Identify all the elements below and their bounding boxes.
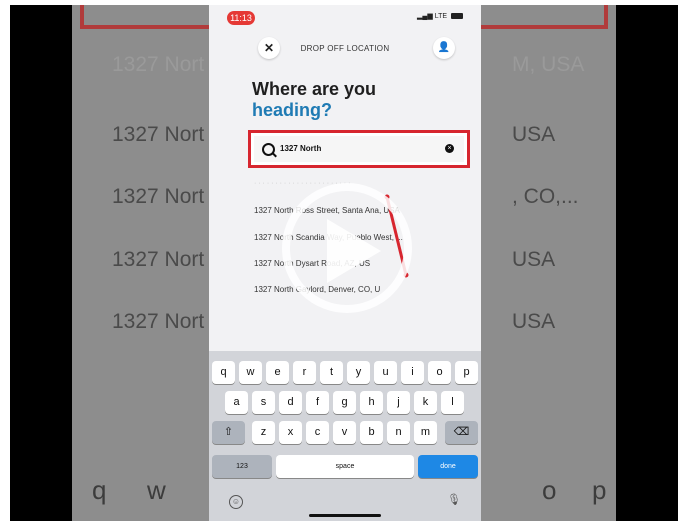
done-key[interactable]: done bbox=[418, 455, 478, 478]
backspace-icon: ⌫ bbox=[453, 426, 470, 438]
key-p[interactable]: p bbox=[455, 361, 478, 384]
key-w[interactable]: w bbox=[239, 361, 262, 384]
phone-screen: 11:13 ▂▄▆ LTE ✕ DROP OFF LOCATION 👤 Wher… bbox=[209, 5, 481, 521]
space-key[interactable]: space bbox=[276, 455, 414, 478]
key-e[interactable]: e bbox=[266, 361, 289, 384]
key-u[interactable]: u bbox=[374, 361, 397, 384]
bg-row-left: 1327 Nort bbox=[112, 53, 205, 76]
home-indicator bbox=[309, 514, 381, 517]
microphone-icon[interactable]: 🎙 bbox=[447, 493, 461, 506]
shift-icon: ⇧ bbox=[223, 426, 234, 438]
bg-row-right: M, USA bbox=[512, 53, 585, 76]
key-y[interactable]: y bbox=[347, 361, 370, 384]
bg-row-left: 1327 Nort bbox=[112, 123, 205, 146]
key-h[interactable]: h bbox=[360, 391, 383, 414]
bg-key: q bbox=[92, 475, 107, 505]
key-d[interactable]: d bbox=[279, 391, 302, 414]
keyboard: q w e r t y u i o p a s d f g h j k l ⇧ … bbox=[209, 351, 481, 521]
bg-key: p bbox=[592, 475, 607, 505]
key-x[interactable]: x bbox=[279, 421, 302, 444]
emoji-icon[interactable]: ☺ bbox=[229, 495, 243, 509]
backspace-key[interactable]: ⌫ bbox=[445, 421, 478, 444]
bg-key: o bbox=[542, 475, 557, 505]
key-k[interactable]: k bbox=[414, 391, 437, 414]
key-a[interactable]: a bbox=[225, 391, 248, 414]
shift-key[interactable]: ⇧ bbox=[212, 421, 245, 444]
bg-row-right: , CO,... bbox=[512, 185, 579, 208]
key-j[interactable]: j bbox=[387, 391, 410, 414]
numbers-key[interactable]: 123 bbox=[212, 455, 272, 478]
key-c[interactable]: c bbox=[306, 421, 329, 444]
key-f[interactable]: f bbox=[306, 391, 329, 414]
key-m[interactable]: m bbox=[414, 421, 437, 444]
bg-row-left: 1327 Nort bbox=[112, 310, 205, 333]
play-icon bbox=[327, 219, 381, 283]
key-s[interactable]: s bbox=[252, 391, 275, 414]
key-l[interactable]: l bbox=[441, 391, 464, 414]
key-i[interactable]: i bbox=[401, 361, 424, 384]
video-frame: 1327 Nort M, USA 1327 Nort USA 1327 Nort… bbox=[10, 5, 678, 521]
bg-row-right: USA bbox=[512, 248, 556, 271]
bg-row-left: 1327 Nort bbox=[112, 185, 205, 208]
bg-row-right: USA bbox=[512, 310, 556, 333]
key-v[interactable]: v bbox=[333, 421, 356, 444]
key-q[interactable]: q bbox=[212, 361, 235, 384]
key-r[interactable]: r bbox=[293, 361, 316, 384]
key-t[interactable]: t bbox=[320, 361, 343, 384]
key-z[interactable]: z bbox=[252, 421, 275, 444]
bg-row-right: USA bbox=[512, 123, 556, 146]
key-n[interactable]: n bbox=[387, 421, 410, 444]
bg-row-left: 1327 Nort bbox=[112, 248, 205, 271]
bg-key: w bbox=[147, 475, 166, 505]
key-o[interactable]: o bbox=[428, 361, 451, 384]
key-b[interactable]: b bbox=[360, 421, 383, 444]
key-g[interactable]: g bbox=[333, 391, 356, 414]
